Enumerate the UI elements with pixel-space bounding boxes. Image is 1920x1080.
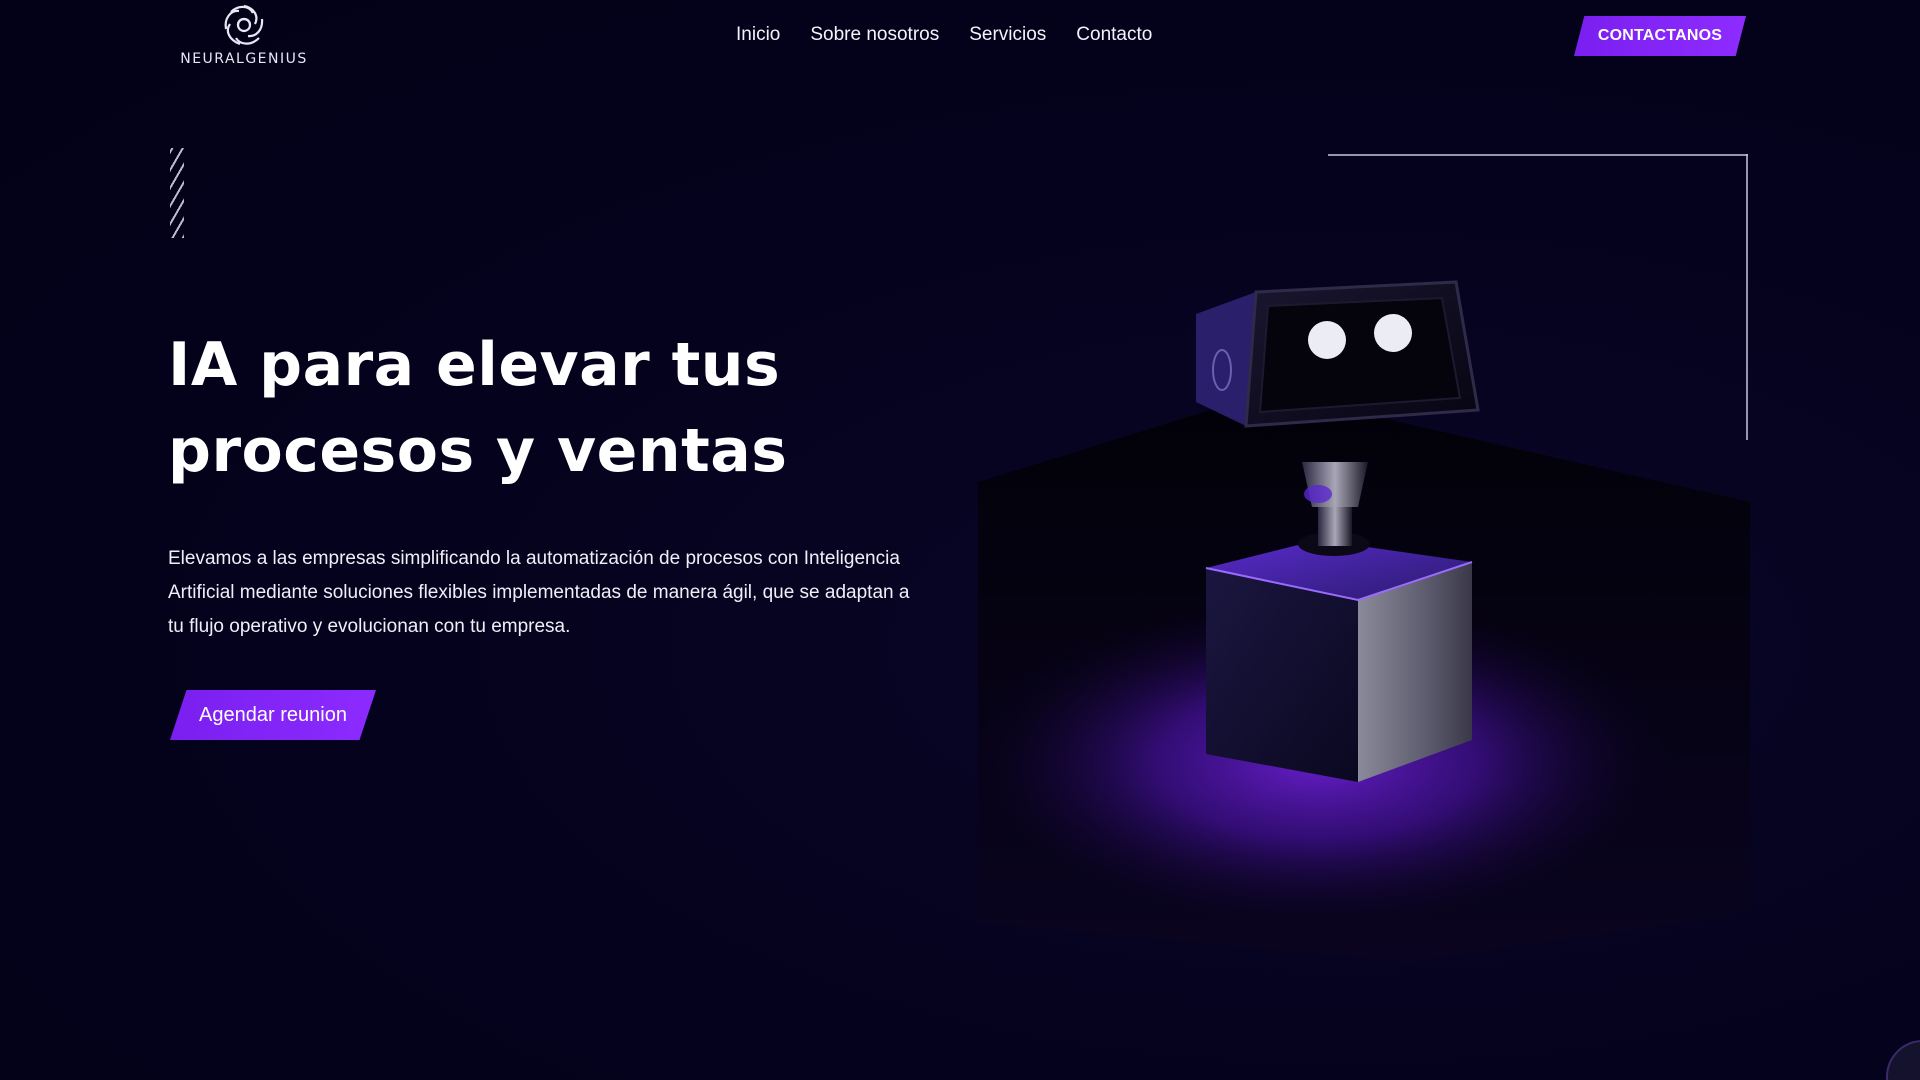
chat-bubble-icon[interactable] (1886, 1040, 1920, 1080)
hero-title-line1: IA para elevar tus (168, 330, 781, 400)
spiral-knot-icon (224, 4, 264, 46)
landing-page: NEURALGENIUS Inicio Sobre nosotros Servi… (0, 0, 1920, 1080)
main-nav: Inicio Sobre nosotros Servicios Contacto (736, 24, 1152, 46)
brand-logo[interactable]: NEURALGENIUS (180, 2, 306, 72)
hero-description: Elevamos a las empresas simplificando la… (168, 548, 910, 637)
nav-item-contacto[interactable]: Contacto (1076, 24, 1152, 46)
robot-on-cube-icon (978, 280, 1750, 962)
nav-item-sobre-nosotros[interactable]: Sobre nosotros (810, 24, 939, 46)
decorative-stripes-left (170, 148, 184, 238)
hero-title-line2: procesos y ventas (168, 416, 788, 486)
hero-title: IA para elevar tus procesos y ventas (168, 322, 928, 494)
frame-line-top (1328, 154, 1748, 156)
brand-name: NEURALGENIUS (180, 51, 308, 67)
contact-button[interactable]: CONTACTANOS (1574, 16, 1746, 56)
schedule-meeting-button[interactable]: Agendar reunion (170, 690, 376, 740)
nav-item-inicio[interactable]: Inicio (736, 24, 780, 46)
nav-item-servicios[interactable]: Servicios (969, 24, 1046, 46)
